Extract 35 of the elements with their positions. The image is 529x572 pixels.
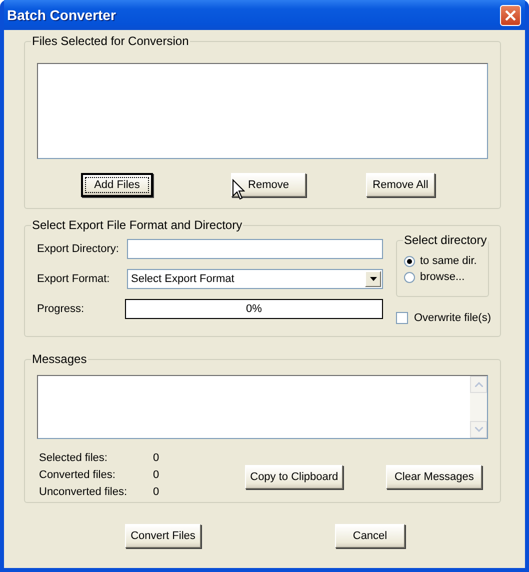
file-list[interactable] [37, 63, 488, 159]
stat-value: 0 [153, 451, 160, 465]
scroll-down-icon [474, 427, 482, 432]
scrollbar[interactable] [470, 376, 487, 438]
field-label: Progress: [37, 303, 86, 315]
scroll-up-icon [474, 382, 482, 387]
pointer-icon [232, 179, 245, 200]
export-directory-field[interactable] [127, 239, 383, 259]
stat-value: 0 [153, 485, 160, 499]
message-button[interactable]: Clear Messages [386, 465, 482, 489]
stat-label: Selected files: [39, 451, 108, 465]
close-button[interactable] [500, 4, 521, 26]
group-title: Select Export File Format and Directory [31, 218, 244, 232]
stat-label: Unconverted files: [39, 485, 128, 499]
export-format-dropdown[interactable]: Select Export Format [127, 269, 383, 289]
file-button[interactable]: Remove All [366, 173, 435, 197]
message-button[interactable]: Copy to Clipboard [245, 465, 344, 489]
progress-reading: 0% [246, 303, 262, 315]
stat-label: Converted files: [39, 468, 116, 482]
close-icon [504, 8, 517, 22]
overwrite-checkbox[interactable]: Overwrite file(s) [396, 312, 492, 324]
group-title: Messages [31, 352, 88, 366]
group-title: Files Selected for Conversion [31, 34, 190, 48]
dialog-button[interactable]: Cancel [335, 524, 405, 548]
dialog-button[interactable]: Convert Files [125, 524, 201, 548]
stat-value: 0 [153, 468, 160, 482]
file-button[interactable]: Add Files [81, 173, 153, 197]
messages-box[interactable] [37, 375, 488, 439]
radio-option[interactable]: to same dir. [404, 255, 488, 267]
radio-option[interactable]: browse... [404, 271, 488, 283]
dropdown-arrow-icon [370, 277, 376, 281]
field-label: Export Format: [37, 273, 111, 285]
window-title: Batch Converter [7, 7, 116, 23]
field-label: Export Directory: [37, 243, 120, 255]
group-title: Select directory [403, 233, 488, 247]
